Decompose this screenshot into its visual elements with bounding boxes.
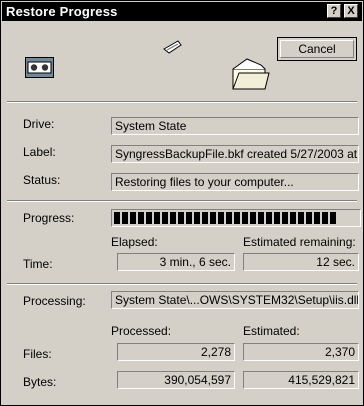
progress-block xyxy=(306,212,312,224)
progress-block xyxy=(162,212,168,224)
drive-label: Drive: xyxy=(23,117,55,131)
processing-label: Processing: xyxy=(23,294,86,308)
progress-block xyxy=(322,212,328,224)
help-button[interactable]: ? xyxy=(327,4,341,18)
label-field: SyngressBackupFile.bkf created 5/27/2003… xyxy=(111,145,359,163)
open-folder-icon xyxy=(232,58,270,90)
close-button[interactable]: X xyxy=(344,4,358,18)
progress-block xyxy=(266,212,272,224)
progress-block xyxy=(258,212,264,224)
files-label: Files: xyxy=(23,347,52,361)
progress-block xyxy=(218,212,224,224)
progress-block xyxy=(314,212,320,224)
remaining-field: 12 sec. xyxy=(243,253,359,271)
progress-block xyxy=(290,212,296,224)
progress-block xyxy=(202,212,208,224)
title-bar[interactable]: Restore Progress ? X xyxy=(2,2,362,21)
progress-block xyxy=(178,212,184,224)
progress-block xyxy=(194,212,200,224)
progress-block xyxy=(250,212,256,224)
elapsed-header: Elapsed: xyxy=(111,235,158,249)
progress-block xyxy=(298,212,304,224)
files-processed-field: 2,278 xyxy=(117,343,235,361)
restore-progress-window: Restore Progress ? X Cancel Drive: Syste… xyxy=(0,0,364,406)
progress-block xyxy=(114,212,120,224)
progress-label: Progress: xyxy=(23,211,75,225)
separator xyxy=(7,200,357,202)
cancel-button-label: Cancel xyxy=(280,40,354,58)
bytes-estimated-field: 415,529,821 xyxy=(243,371,359,389)
progress-block xyxy=(242,212,248,224)
progress-block xyxy=(274,212,280,224)
progress-block xyxy=(138,212,144,224)
progress-bar-fill xyxy=(114,212,338,224)
remaining-header: Estimated remaining: xyxy=(243,235,356,249)
cancel-button[interactable]: Cancel xyxy=(277,37,357,61)
progress-block xyxy=(130,212,136,224)
drive-field: System State xyxy=(111,117,359,135)
estimated-header: Estimated: xyxy=(243,324,300,338)
flying-paper-icon xyxy=(163,40,182,54)
progress-block xyxy=(122,212,128,224)
window-title: Restore Progress xyxy=(6,4,118,19)
progress-block xyxy=(226,212,232,224)
separator xyxy=(7,283,357,285)
progress-block xyxy=(330,212,336,224)
status-field: Restoring files to your computer... xyxy=(111,173,359,191)
progress-block xyxy=(154,212,160,224)
progress-block xyxy=(282,212,288,224)
bytes-label: Bytes: xyxy=(23,375,57,389)
progress-block xyxy=(186,212,192,224)
bytes-processed-field: 390,054,597 xyxy=(117,371,235,389)
progress-block xyxy=(210,212,216,224)
progress-block xyxy=(146,212,152,224)
elapsed-field: 3 min., 6 sec. xyxy=(117,253,235,271)
progress-block xyxy=(234,212,240,224)
time-label: Time: xyxy=(23,257,53,271)
processed-header: Processed: xyxy=(111,324,172,338)
progress-bar xyxy=(111,209,361,227)
backup-tape-icon xyxy=(25,57,54,78)
progress-block xyxy=(170,212,176,224)
files-estimated-field: 2,370 xyxy=(243,343,359,361)
label-label: Label: xyxy=(23,145,56,159)
status-label: Status: xyxy=(23,173,61,187)
processing-field: System State\...OWS\SYSTEM32\Setup\iis.d… xyxy=(111,291,359,309)
separator xyxy=(7,101,357,103)
